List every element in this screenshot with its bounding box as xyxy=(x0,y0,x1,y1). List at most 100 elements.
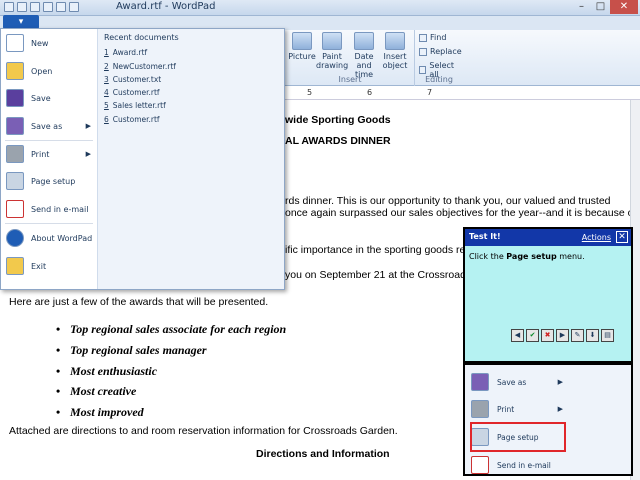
menu-item-open[interactable]: Open xyxy=(3,59,95,83)
recent-item[interactable]: 5 Sales letter.rtf xyxy=(104,101,166,110)
menu-item-label: Save as xyxy=(31,121,63,131)
actions-link[interactable]: Actions xyxy=(582,233,611,242)
menu-item-send-email[interactable]: Send in e-mail xyxy=(3,197,95,221)
test-it-panel: Test It! Actions ✕ Click the Page setup … xyxy=(463,227,633,363)
paint-drawing-button[interactable]: Paint drawing xyxy=(316,32,348,70)
recent-item[interactable]: 1 Award.rtf xyxy=(104,48,147,57)
date-time-button[interactable]: Date and time xyxy=(348,32,380,79)
preview-item-print: Print ▶ xyxy=(471,396,563,422)
list-item: Top regional sales manager xyxy=(56,343,207,358)
print-icon[interactable] xyxy=(56,2,66,12)
cancel-button[interactable]: ✖ xyxy=(541,329,554,342)
replace-label: Replace xyxy=(430,47,462,56)
find-button[interactable]: Find xyxy=(419,33,446,42)
title-bar: Award.rtf - WordPad – □ ✕ xyxy=(0,0,640,16)
doc-heading-2: AL AWARDS DINNER xyxy=(285,135,391,147)
info-icon xyxy=(6,229,24,247)
window-title: Award.rtf - WordPad xyxy=(116,1,216,12)
menu-item-label: Open xyxy=(31,66,53,76)
insert-object-button[interactable]: Insert object xyxy=(380,32,410,70)
recent-item[interactable]: 4 Customer.rtf xyxy=(104,88,160,97)
paint-drawing-label: Paint drawing xyxy=(316,52,349,70)
recent-item-name: Customer.rtf xyxy=(112,88,160,97)
recent-item-name: Sales letter.rtf xyxy=(112,101,166,110)
maximize-button[interactable]: □ xyxy=(591,0,610,14)
preview-item-send-email: Send in e-mail xyxy=(471,452,563,474)
file-menu-label: ▾ xyxy=(18,17,24,27)
list-item: Most improved xyxy=(56,405,144,420)
insert-group: Picture Paint drawing Date and time Inse… xyxy=(286,30,414,86)
preview-item-save-as: Save as ▶ xyxy=(471,369,563,395)
picture-icon xyxy=(292,32,312,50)
doc-paragraph-1a: rds dinner. This is our opportunity to t… xyxy=(285,195,611,207)
recent-item-number: 6 xyxy=(104,115,109,124)
doc-paragraph-4: Here are just a few of the awards that w… xyxy=(9,296,269,308)
note-button[interactable]: ✎ xyxy=(571,329,584,342)
list-item: Most enthusiastic xyxy=(56,364,157,379)
customize-qat-icon[interactable] xyxy=(69,2,79,12)
download-button[interactable]: ⬇ xyxy=(586,329,599,342)
recent-item-number: 3 xyxy=(104,75,109,84)
recent-item-number: 2 xyxy=(104,62,109,71)
save-as-icon xyxy=(471,373,489,391)
app-menu-icon[interactable] xyxy=(4,2,14,12)
calendar-icon xyxy=(354,32,374,50)
printer-icon xyxy=(6,145,24,163)
open-folder-icon xyxy=(6,62,24,80)
preview-item-label: Send in e-mail xyxy=(497,460,551,470)
printer-icon xyxy=(471,400,489,418)
next-button[interactable]: ▶ xyxy=(556,329,569,342)
select-all-icon xyxy=(419,66,427,74)
close-button[interactable]: ✕ xyxy=(610,0,638,14)
file-menu-button[interactable]: ▾ xyxy=(3,15,39,29)
file-menu: New Open Save Save as ▶ Print ▶ Page setup… xyxy=(0,28,285,290)
preview-item-label: Save as xyxy=(497,377,527,387)
redo-icon[interactable] xyxy=(43,2,53,12)
list-button[interactable]: ▤ xyxy=(601,329,614,342)
recent-item[interactable]: 2 NewCustomer.rtf xyxy=(104,62,176,71)
replace-button[interactable]: Replace xyxy=(419,47,462,56)
recent-item-number: 1 xyxy=(104,48,109,57)
replace-icon xyxy=(419,47,427,56)
back-button[interactable]: ◀ xyxy=(511,329,524,342)
save-icon[interactable] xyxy=(17,2,27,12)
test-it-close-button[interactable]: ✕ xyxy=(616,231,628,243)
email-icon xyxy=(471,456,489,474)
picture-label: Picture xyxy=(288,52,316,61)
picture-button[interactable]: Picture xyxy=(288,32,316,61)
undo-icon[interactable] xyxy=(30,2,40,12)
recent-documents-panel: Recent documents 1 Award.rtf 2 NewCustomer… xyxy=(97,29,284,289)
insert-object-label: Insert object xyxy=(382,52,408,70)
menu-item-save-as[interactable]: Save as ▶ xyxy=(3,114,95,138)
list-item: Most creative xyxy=(56,384,136,399)
menu-item-about[interactable]: About WordPad xyxy=(3,226,95,250)
binoculars-icon xyxy=(419,33,427,42)
ruler-tick-7: 7 xyxy=(427,88,433,97)
submenu-arrow-icon: ▶ xyxy=(85,150,91,158)
object-icon xyxy=(385,32,405,50)
check-button[interactable]: ✔ xyxy=(526,329,539,342)
preview-item-label: Print xyxy=(497,404,515,414)
minimize-button[interactable]: – xyxy=(572,0,591,14)
page-setup-icon xyxy=(6,172,24,190)
menu-item-label: About WordPad xyxy=(31,233,93,243)
menu-item-print[interactable]: Print ▶ xyxy=(3,142,95,166)
menu-item-label: Print xyxy=(31,149,50,159)
recent-item-number: 5 xyxy=(104,101,109,110)
menu-item-exit[interactable]: Exit xyxy=(3,254,95,278)
recent-documents-header: Recent documents xyxy=(104,33,179,42)
recent-item[interactable]: 3 Customer.txt xyxy=(104,75,161,84)
menu-item-label: Exit xyxy=(31,261,47,271)
recent-item[interactable]: 6 Customer.rtf xyxy=(104,115,160,124)
menu-item-page-setup[interactable]: Page setup xyxy=(3,169,95,193)
new-doc-icon xyxy=(6,34,24,52)
save-as-icon xyxy=(6,117,24,135)
menu-item-save[interactable]: Save xyxy=(3,86,95,110)
recent-item-name: Award.rtf xyxy=(112,48,148,57)
preview-panel: Save as ▶ Print ▶ Page setup Send in e-mai… xyxy=(463,363,633,476)
list-item: Top regional sales associate for each re… xyxy=(56,322,286,337)
paint-icon xyxy=(322,32,342,50)
recent-item-number: 4 xyxy=(104,88,109,97)
exit-icon xyxy=(6,257,24,275)
menu-item-new[interactable]: New xyxy=(3,31,95,55)
